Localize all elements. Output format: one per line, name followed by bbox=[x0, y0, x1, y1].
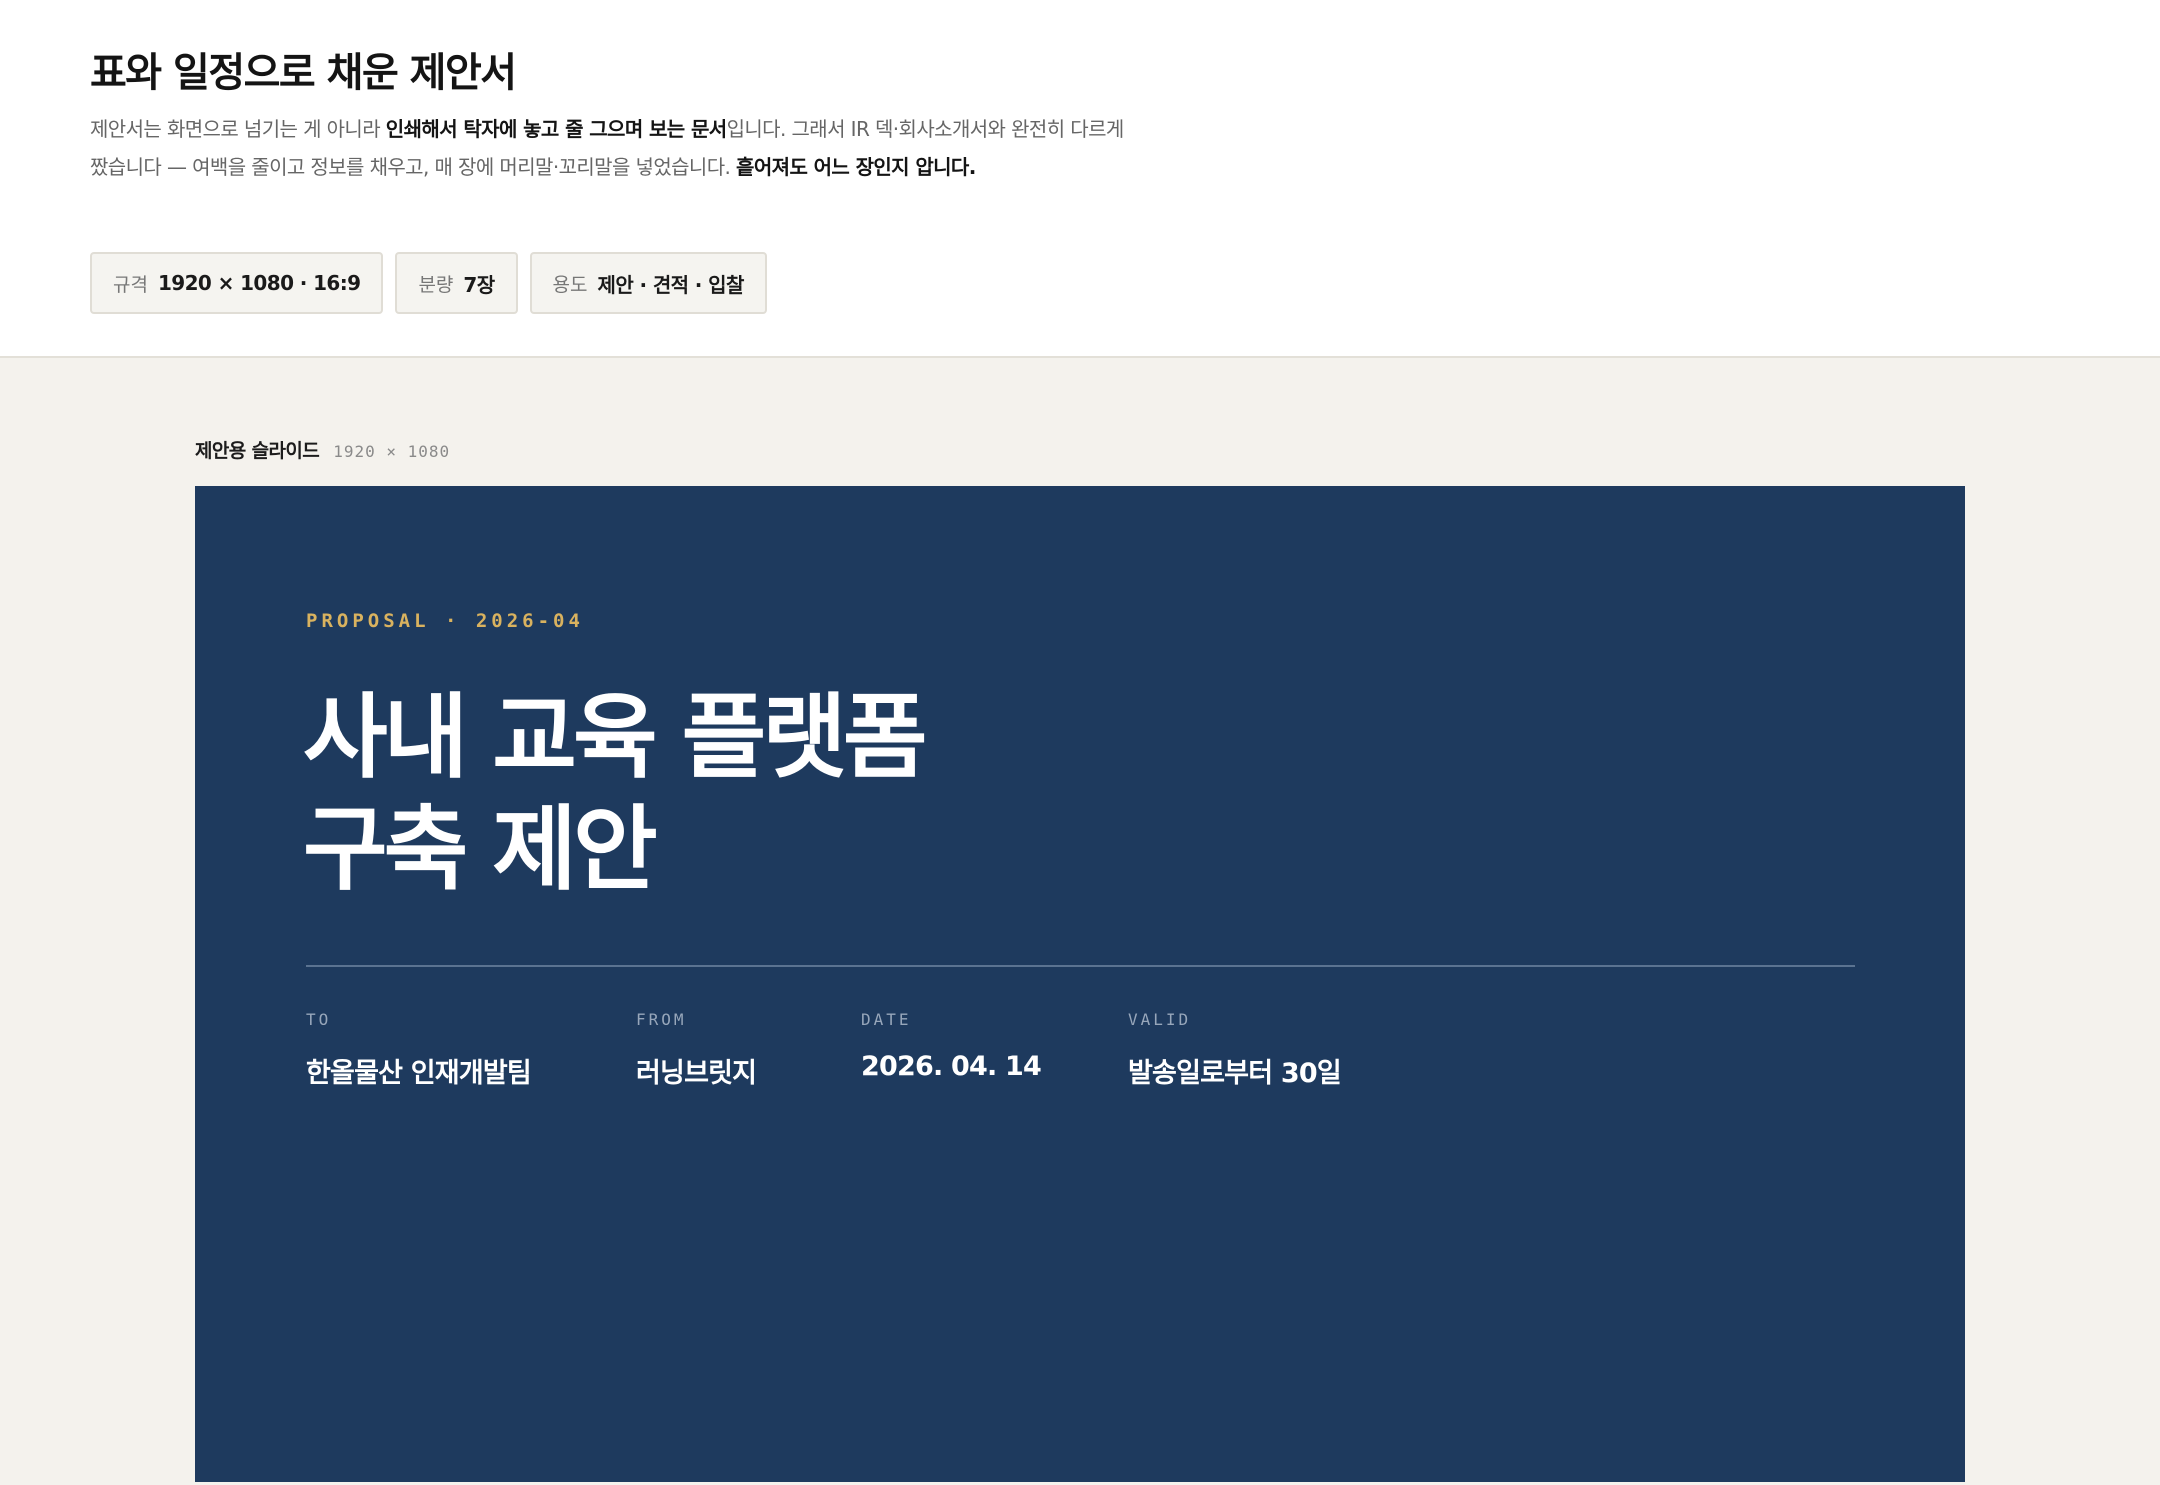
meta-value: 한올물산 인재개발팀 bbox=[306, 1058, 532, 1089]
meta-from: FROM 러닝브릿지 bbox=[636, 1010, 757, 1090]
meta-valid: VALID 발송일로부터 30일 bbox=[1128, 1010, 1342, 1090]
slide-eyebrow: PROPOSAL · 2026-04 bbox=[306, 610, 584, 632]
meta-key: FROM bbox=[636, 1010, 687, 1029]
chip-value: 1920 × 1080 · 16:9 bbox=[157, 271, 361, 295]
meta-key: VALID bbox=[1128, 1010, 1192, 1029]
slide-divider bbox=[306, 965, 1855, 967]
description-text-1: 제안서는 화면으로 넘기는 게 아니라 bbox=[90, 117, 386, 141]
meta-to: TO 한올물산 인재개발팀 bbox=[306, 1010, 532, 1090]
page-title: 표와 일정으로 채운 제안서 bbox=[90, 50, 517, 96]
description-bold-2: 흩어져도 어느 장인지 압니다. bbox=[736, 155, 976, 179]
preview-label: 제안용 슬라이드 bbox=[195, 440, 320, 462]
spec-chip-size: 규격 1920 × 1080 · 16:9 bbox=[90, 252, 384, 314]
chip-key: 규격 bbox=[113, 273, 148, 296]
meta-value: 러닝브릿지 bbox=[636, 1058, 757, 1089]
meta-key: DATE bbox=[861, 1010, 912, 1029]
meta-value: 2026. 04. 14 bbox=[861, 1051, 1042, 1082]
slide-title-line-2: 구축 제안 bbox=[303, 796, 658, 903]
chip-value: 제안 · 견적 · 입찰 bbox=[597, 272, 745, 297]
intro-header: 표와 일정으로 채운 제안서 제안서는 화면으로 넘기는 게 아니라 인쇄해서 … bbox=[0, 0, 2160, 358]
slide-preview: PROPOSAL · 2026-04 사내 교육 플랫폼 구축 제안 TO 한올… bbox=[195, 486, 1965, 1482]
description-bold-1: 인쇄해서 탁자에 놓고 줄 그으며 보는 문서 bbox=[385, 117, 727, 141]
chip-key: 용도 bbox=[552, 273, 588, 296]
spec-chip-usage: 용도 제안 · 견적 · 입찰 bbox=[529, 252, 767, 314]
spec-chips: 규격 1920 × 1080 · 16:9 분량 7장 용도 제안 · 견적 ·… bbox=[90, 252, 767, 314]
meta-date: DATE 2026. 04. 14 bbox=[861, 1010, 1042, 1082]
preview-caption: 제안용 슬라이드 1920 × 1080 bbox=[195, 436, 450, 463]
chip-key: 분량 bbox=[418, 273, 454, 296]
page-description: 제안서는 화면으로 넘기는 게 아니라 인쇄해서 탁자에 놓고 줄 그으며 보는… bbox=[90, 110, 1130, 186]
preview-size: 1920 × 1080 bbox=[333, 442, 451, 461]
slide-title: 사내 교육 플랫폼 구축 제안 bbox=[303, 682, 928, 906]
meta-key: TO bbox=[306, 1010, 332, 1029]
slide-title-line-1: 사내 교육 플랫폼 bbox=[303, 684, 928, 791]
spec-chip-pages: 분량 7장 bbox=[395, 252, 518, 314]
meta-value: 발송일로부터 30일 bbox=[1128, 1058, 1342, 1089]
chip-value: 7장 bbox=[463, 272, 495, 297]
